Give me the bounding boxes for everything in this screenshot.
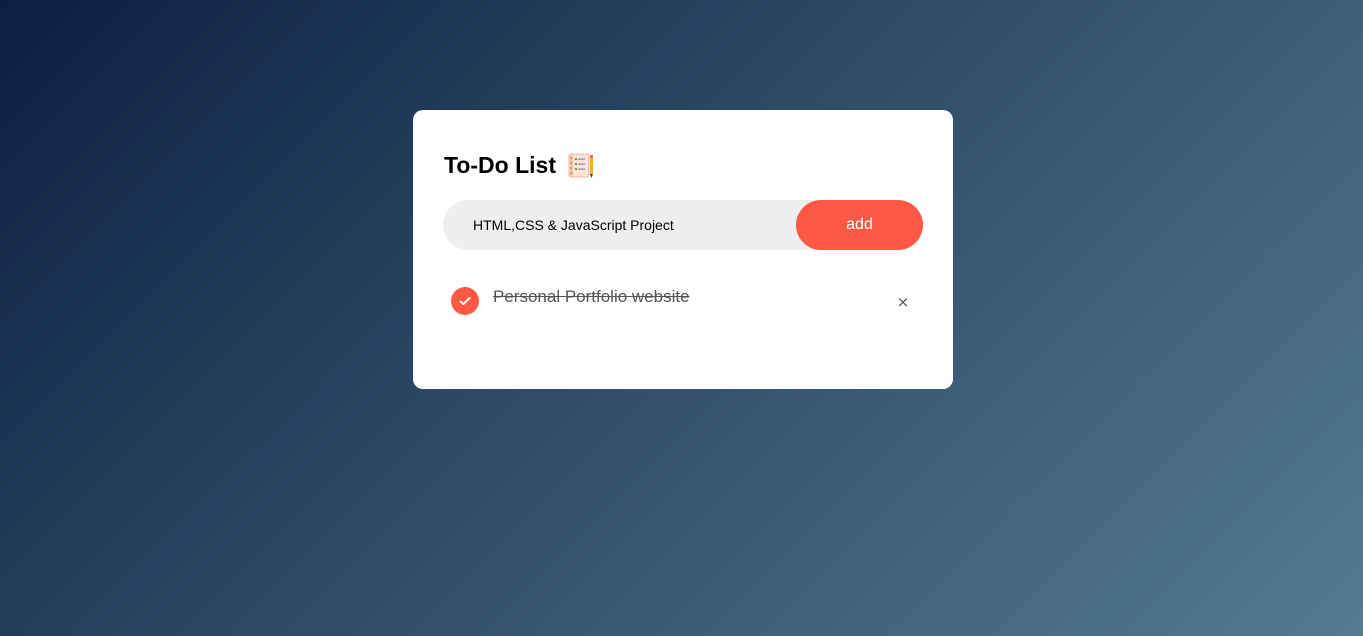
list-item[interactable]: Personal Portfolio website × bbox=[450, 282, 920, 318]
add-button[interactable]: add bbox=[796, 200, 923, 250]
task-input-row: add bbox=[443, 200, 923, 250]
page-title: To-Do List bbox=[444, 152, 556, 178]
title-row: To-Do List bbox=[444, 150, 595, 180]
notepad-icon bbox=[567, 151, 595, 179]
checked-icon[interactable] bbox=[451, 287, 479, 315]
task-text: Personal Portfolio website bbox=[493, 287, 690, 306]
todo-card: To-Do List add bbox=[413, 110, 953, 389]
task-list: Personal Portfolio website × bbox=[450, 282, 920, 318]
delete-icon[interactable]: × bbox=[891, 290, 915, 314]
task-input[interactable] bbox=[443, 200, 783, 250]
